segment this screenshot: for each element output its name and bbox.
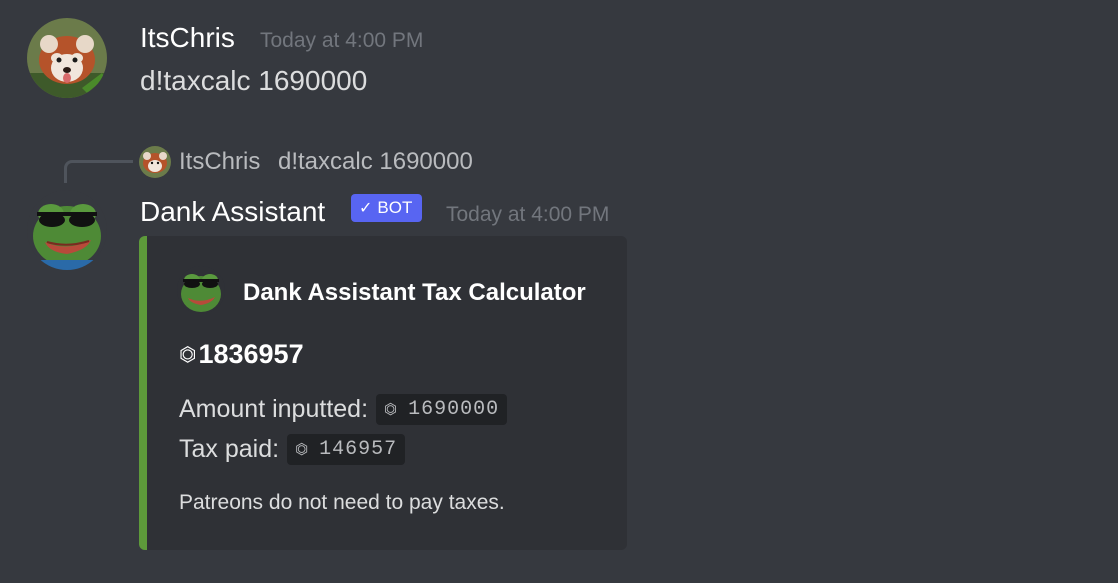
bot-badge: ✓ BOT — [351, 194, 423, 222]
tax-value: 146957 — [319, 438, 398, 461]
bot-username[interactable]: Dank Assistant — [140, 196, 325, 228]
user-timestamp: Today at 4:00 PM — [260, 29, 424, 52]
verified-check-icon: ✓ — [359, 200, 373, 217]
user-avatar-icon[interactable] — [27, 18, 107, 98]
embed-author-icon — [177, 266, 225, 314]
embed-author-name: Dank Assistant Tax Calculator — [243, 279, 586, 306]
amount-code: ⏣ 1690000 — [376, 394, 508, 425]
reply-avatar-icon[interactable] — [139, 146, 171, 178]
tax-code: ⏣ 146957 — [287, 434, 406, 465]
coin-icon: ⏣ — [179, 344, 197, 366]
user-username[interactable]: ItsChris — [140, 22, 235, 54]
embed-title: ⏣ 1836957 — [179, 339, 304, 370]
bot-avatar-icon[interactable] — [27, 190, 107, 270]
tax-calculator-embed: Dank Assistant Tax Calculator ⏣ 1836957 … — [139, 236, 627, 550]
embed-title-value: 1836957 — [198, 339, 304, 369]
coin-icon: ⏣ — [384, 402, 399, 419]
reply-username[interactable]: ItsChris — [179, 148, 260, 176]
embed-footer-text: Patreons do not need to pay taxes. — [179, 491, 505, 514]
amount-label: Amount inputted: — [179, 395, 369, 423]
tax-label: Tax paid: — [179, 435, 280, 463]
bot-badge-label: BOT — [377, 198, 413, 217]
coin-icon: ⏣ — [295, 442, 310, 459]
user-message-content: d!taxcalc 1690000 — [140, 65, 368, 96]
amount-value: 1690000 — [408, 398, 500, 421]
bot-timestamp: Today at 4:00 PM — [446, 203, 610, 226]
tax-line: Tax paid: ⏣ 146957 — [179, 434, 406, 465]
reply-spine — [64, 160, 133, 183]
amount-line: Amount inputted: ⏣ 1690000 — [179, 394, 508, 425]
reply-content[interactable]: d!taxcalc 1690000 — [278, 148, 473, 176]
